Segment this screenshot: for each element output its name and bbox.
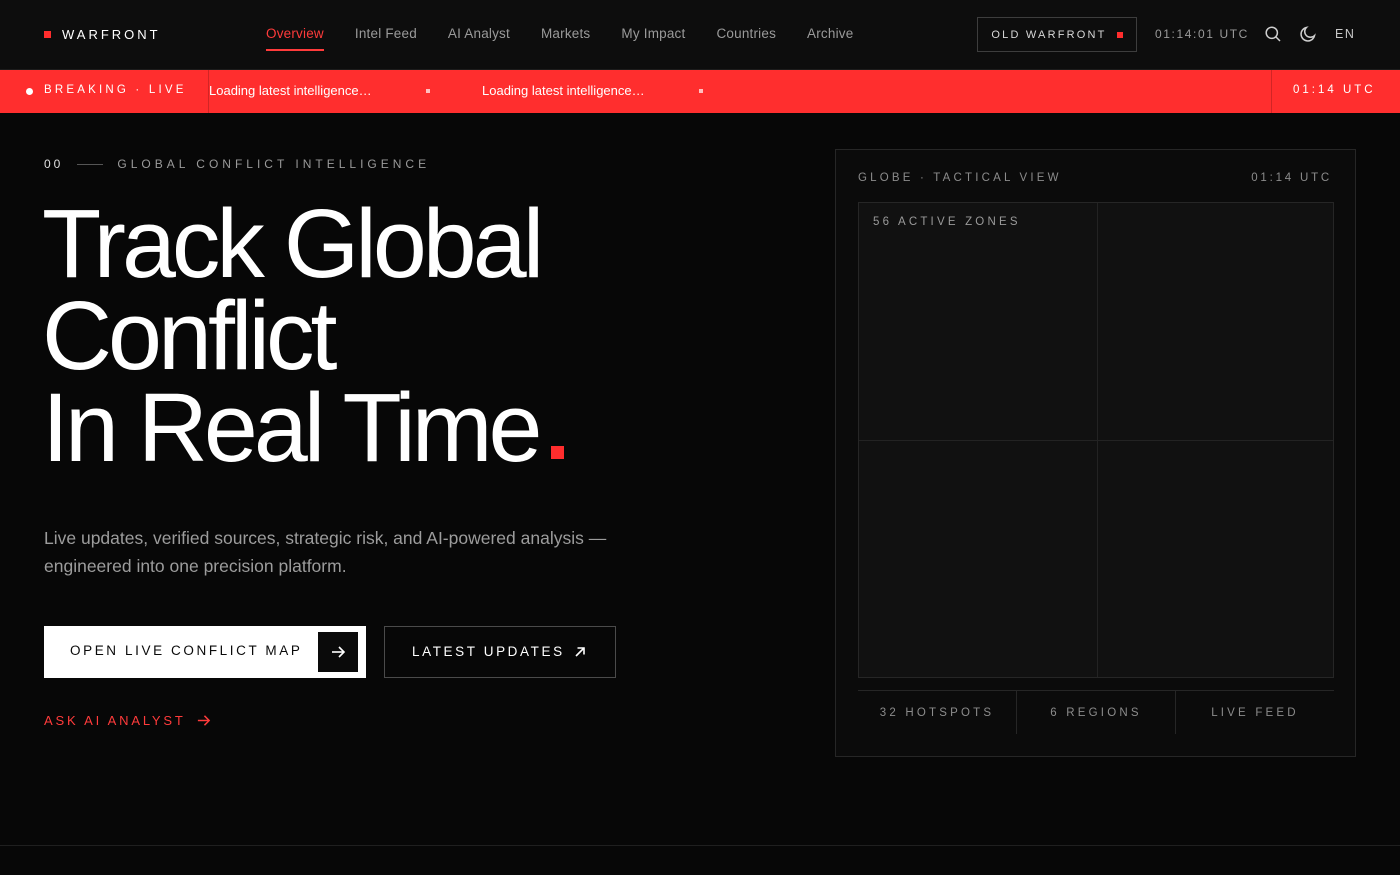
arrow-right-icon [196,713,211,728]
nav-link-archive[interactable]: Archive [807,26,853,41]
search-icon[interactable] [1264,25,1282,43]
ticker-separator [699,89,703,93]
section-divider [0,845,1400,846]
hero-title-line: In Real Time [42,373,542,482]
old-warfront-button[interactable]: OLD WARFRONT [977,17,1137,52]
utc-clock: 01:14:01 UTC [1155,27,1249,41]
eyebrow-divider [77,163,104,165]
arrow-right-icon [318,632,358,672]
brand-name: WARFRONT [62,26,161,42]
primary-nav: Overview Intel Feed AI Analyst Markets M… [266,26,884,51]
panel-time: 01:14 UTC [1251,172,1332,184]
hero-subtitle: Live updates, verified sources, strategi… [44,528,607,576]
nav-link-countries[interactable]: Countries [716,26,776,41]
ticker-time: 01:14 UTC [1293,84,1376,96]
ask-ai-analyst-link[interactable]: ASK AI ANALYST [44,713,211,728]
ticker-divider [1271,70,1272,113]
breaking-ticker: BREAKING · LIVE Loading latest intellige… [0,70,1400,113]
open-live-conflict-map-button[interactable]: OPEN LIVE CONFLICT MAP [44,626,366,678]
red-square-icon [550,446,564,459]
ask-ai-analyst-label: ASK AI ANALYST [44,713,186,728]
latest-updates-button[interactable]: LATEST UPDATES [384,626,616,678]
brand-logo[interactable]: WARFRONT [44,26,161,42]
stat-hotspots: 32 HOTSPOTS [858,691,1017,734]
hero-title: Track Global Conflict In Real Time [42,189,742,476]
nav-link-overview[interactable]: Overview [266,26,324,51]
ticker-label: BREAKING · LIVE [44,84,187,96]
nav-link-intel-feed[interactable]: Intel Feed [355,26,417,41]
hero-title-line: Conflict [42,281,337,390]
brand-mark-icon [44,30,51,38]
stat-regions: 6 REGIONS [1017,691,1176,734]
active-zones-label: 56 ACTIVE ZONES [873,216,1021,228]
live-dot-icon [26,88,33,95]
stat-live-feed: LIVE FEED [1211,706,1299,719]
arrow-up-right-icon [573,645,587,659]
panel-title: GLOBE · TACTICAL VIEW [858,172,1062,184]
open-map-label: OPEN LIVE CONFLICT MAP [70,643,303,658]
nav-link-ai-analyst[interactable]: AI Analyst [448,26,510,41]
ticker-separator [426,89,430,93]
language-switcher[interactable]: EN [1335,27,1356,41]
ticker-message[interactable]: Loading latest intelligence… [209,83,372,98]
eyebrow-number: 00 [44,157,64,171]
top-nav: WARFRONT Overview Intel Feed AI Analyst … [0,0,1400,70]
red-square-icon [1116,31,1123,38]
globe-panel: GLOBE · TACTICAL VIEW 01:14 UTC 56 ACTIV… [835,149,1356,757]
ticker-message[interactable]: Loading latest intelligence… [482,83,645,98]
globe-viewport[interactable]: 56 ACTIVE ZONES [858,202,1334,678]
moon-icon[interactable] [1299,25,1317,43]
hero-title-line: Track Global [42,189,544,298]
latest-updates-label: LATEST UPDATES [412,644,565,659]
nav-link-markets[interactable]: Markets [541,26,590,41]
globe-stats: 32 HOTSPOTS 6 REGIONS LIVE FEED [858,690,1334,734]
old-warfront-label: OLD WARFRONT [991,28,1107,41]
grid-line [859,440,1333,441]
eyebrow-text: GLOBAL CONFLICT INTELLIGENCE [117,157,431,171]
nav-link-my-impact[interactable]: My Impact [621,26,685,41]
hero-title-line-3: In Real Time [42,379,742,476]
hero-eyebrow: 00 GLOBAL CONFLICT INTELLIGENCE [44,157,430,171]
